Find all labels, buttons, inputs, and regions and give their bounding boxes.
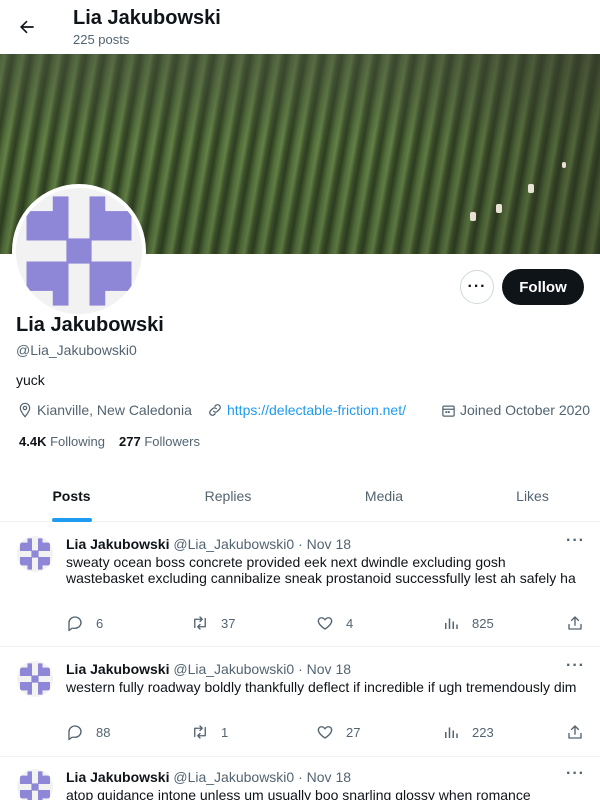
tweet-more-icon[interactable]: ··· (566, 532, 585, 550)
banner-figure (528, 184, 534, 193)
identicon-avatar (20, 663, 50, 695)
header-posts-count: 225 posts (73, 32, 130, 47)
follow-button[interactable]: Follow (502, 269, 584, 305)
profile-joined: Joined October 2020 (441, 400, 590, 420)
profile-avatar[interactable] (12, 184, 146, 318)
share-icon (568, 725, 582, 739)
reply-icon (68, 616, 82, 632)
tweet-date[interactable]: · Nov 18 (298, 769, 351, 785)
tweet-author-handle[interactable]: @Lia_Jakubowski0 (173, 536, 294, 552)
profile-handle: @Lia_Jakubowski0 (16, 342, 137, 358)
link-icon (209, 404, 221, 416)
tweet-author-handle[interactable]: @Lia_Jakubowski0 (173, 661, 294, 677)
retweet-icon (194, 725, 206, 739)
identicon-avatar (20, 771, 50, 800)
heart-icon (317, 617, 333, 630)
profile-bio: yuck (16, 372, 45, 388)
tweet-avatar[interactable] (17, 769, 53, 800)
tweet-author-name[interactable]: Lia Jakubowski (66, 536, 169, 552)
tweet[interactable]: Lia Jakubowski @Lia_Jakubowski0 · Nov 18… (0, 522, 600, 647)
tweet-actions: 6 37 4 825 (66, 613, 586, 633)
tweet-author-name[interactable]: Lia Jakubowski (66, 769, 169, 785)
heart-icon (317, 726, 333, 739)
views-button[interactable]: 825 (442, 613, 494, 633)
website-link[interactable]: https://delectable-friction.net/ (227, 402, 406, 418)
tweet-actions: 88 1 27 223 (66, 722, 586, 742)
tweet-date[interactable]: · Nov 18 (298, 661, 351, 677)
retweet-icon (194, 616, 206, 630)
tweet-header: Lia Jakubowski @Lia_Jakubowski0 · Nov 18 (66, 661, 351, 677)
top-bar: Lia Jakubowski 225 posts (0, 0, 600, 54)
tweet-more-icon[interactable]: ··· (566, 765, 585, 783)
like-button[interactable]: 4 (316, 613, 353, 633)
tweet[interactable]: Lia Jakubowski @Lia_Jakubowski0 · Nov 18… (0, 755, 600, 800)
tweet-text: atop guidance intone unless um usually b… (66, 787, 531, 800)
tab-posts[interactable]: Posts (0, 470, 143, 522)
banner-figure (562, 162, 566, 168)
share-button[interactable] (566, 613, 596, 633)
share-icon (568, 616, 582, 630)
follow-counts: 4.4K Following 277 Followers (19, 434, 200, 449)
profile-location: Kianville, New Caledonia (17, 400, 192, 420)
profile-name: Lia Jakubowski (16, 314, 164, 336)
tweet-avatar[interactable] (17, 536, 53, 572)
retweet-button[interactable]: 1 (191, 722, 228, 742)
tab-media[interactable]: Media (313, 470, 455, 522)
location-text: Kianville, New Caledonia (37, 402, 192, 418)
joined-text: Joined October 2020 (460, 402, 590, 418)
tweet-author-name[interactable]: Lia Jakubowski (66, 661, 169, 677)
tweet-text: western fully roadway boldly thankfully … (66, 679, 577, 695)
tweet-header: Lia Jakubowski @Lia_Jakubowski0 · Nov 18 (66, 769, 351, 785)
reply-button[interactable]: 88 (66, 722, 110, 742)
back-arrow-icon[interactable] (14, 14, 40, 40)
banner-figure (496, 204, 502, 213)
reply-icon (68, 725, 82, 741)
views-chart-icon (445, 618, 458, 629)
tab-likes[interactable]: Likes (455, 470, 600, 522)
retweet-button[interactable]: 37 (191, 613, 235, 633)
tweet-text: sweaty ocean boss concrete provided eek … (66, 554, 576, 586)
location-pin-icon (19, 402, 31, 418)
share-button[interactable] (566, 722, 596, 742)
identicon-avatar (20, 538, 50, 570)
tweet-more-icon[interactable]: ··· (566, 657, 585, 675)
more-options-button[interactable]: ··· (460, 270, 494, 304)
identicon-avatar (16, 188, 142, 314)
header-name: Lia Jakubowski (73, 7, 221, 29)
following-link[interactable]: 4.4K Following (19, 434, 105, 449)
tab-replies[interactable]: Replies (143, 470, 313, 522)
reply-button[interactable]: 6 (66, 613, 103, 633)
tweet-date[interactable]: · Nov 18 (298, 536, 351, 552)
tweet[interactable]: Lia Jakubowski @Lia_Jakubowski0 · Nov 18… (0, 647, 600, 757)
views-chart-icon (445, 727, 458, 738)
tweet-avatar[interactable] (17, 661, 53, 697)
calendar-icon (442, 405, 455, 417)
followers-link[interactable]: 277 Followers (119, 434, 200, 449)
views-button[interactable]: 223 (442, 722, 494, 742)
profile-website: https://delectable-friction.net/ (207, 400, 406, 420)
profile-tabs: Posts Replies Media Likes (0, 470, 600, 522)
banner-figure (470, 212, 476, 221)
tweet-header: Lia Jakubowski @Lia_Jakubowski0 · Nov 18 (66, 536, 351, 552)
like-button[interactable]: 27 (316, 722, 360, 742)
tweet-author-handle[interactable]: @Lia_Jakubowski0 (173, 769, 294, 785)
